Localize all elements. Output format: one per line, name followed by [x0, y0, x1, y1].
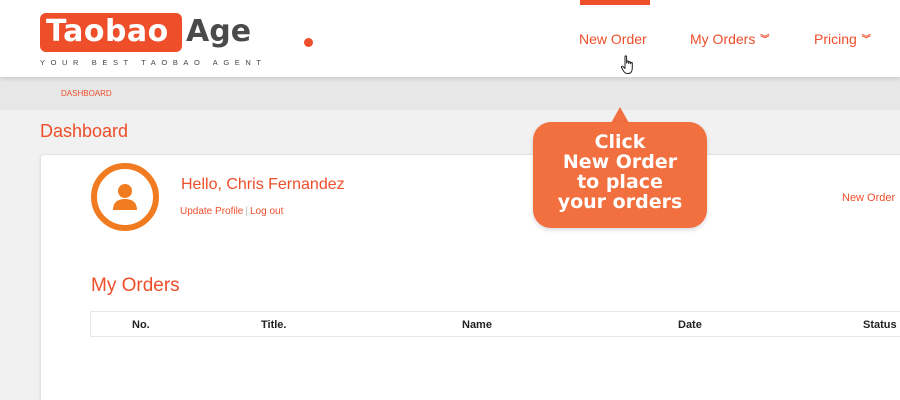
my-orders-heading: My Orders [91, 275, 180, 296]
update-profile-link[interactable]: Update Profile [180, 206, 243, 217]
top-header: Taobao Age YOUR BEST TAOBAO AGENT New Or… [0, 0, 900, 77]
double-chevron-down-icon: ︾ [760, 34, 770, 44]
callout-text: Click New Order to place your orders [557, 131, 683, 213]
breadcrumb-dashboard[interactable]: DASHBOARD [61, 89, 112, 98]
logo-text-primary: Taobao [46, 14, 169, 49]
column-header-name[interactable]: Name [462, 319, 492, 331]
logout-link[interactable]: Log out [250, 206, 283, 217]
avatar [91, 163, 159, 231]
nav-active-indicator [580, 0, 650, 5]
orders-table-header: No. Title. Name Date Status [90, 311, 900, 337]
profile-links: Update Profile | Log out [180, 206, 283, 217]
column-header-date[interactable]: Date [678, 319, 702, 331]
logo-tagline: YOUR BEST TAOBAO AGENT [40, 58, 267, 67]
nav-pricing-label: Pricing [814, 31, 857, 47]
nav-my-orders[interactable]: My Orders ︾ [690, 31, 769, 47]
logo-text-secondary: Age [186, 14, 252, 49]
logo-dot [304, 38, 313, 47]
hand-pointer-icon [620, 55, 633, 74]
greeting-text: Hello, Chris Fernandez [181, 176, 345, 193]
user-icon [113, 184, 137, 210]
column-header-title[interactable]: Title. [261, 319, 286, 331]
column-header-no[interactable]: No. [132, 319, 150, 331]
nav-pricing[interactable]: Pricing ︾ [814, 31, 871, 47]
nav-new-order[interactable]: New Order [579, 31, 647, 47]
tooltip-callout: Click New Order to place your orders [533, 122, 707, 228]
page-title: Dashboard [40, 121, 129, 141]
new-order-link[interactable]: New Order [842, 192, 895, 204]
link-separator: | [245, 206, 248, 217]
nav-my-orders-label: My Orders [690, 31, 756, 47]
breadcrumb-bar [0, 77, 900, 110]
double-chevron-down-icon: ︾ [861, 34, 871, 44]
nav-new-order-label: New Order [579, 31, 647, 47]
column-header-status[interactable]: Status [863, 319, 897, 331]
callout-pointer [611, 107, 629, 123]
